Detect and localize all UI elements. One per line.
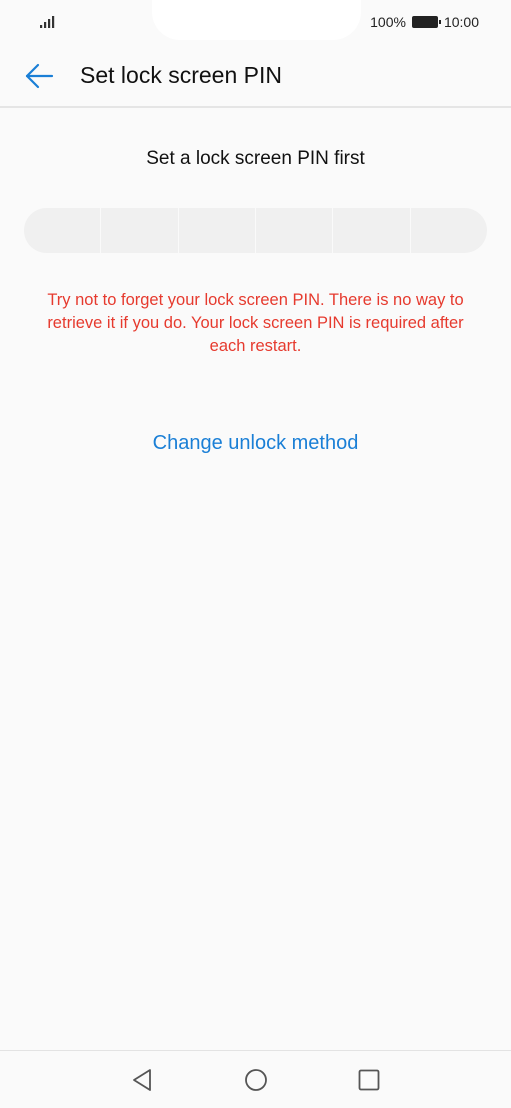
square-recents-icon — [358, 1069, 380, 1091]
nav-recents-button[interactable] — [354, 1065, 384, 1095]
pin-warning-text: Try not to forget your lock screen PIN. … — [47, 291, 464, 355]
status-right: 100% 10:00 — [370, 12, 479, 32]
notch — [152, 0, 361, 40]
pin-digit-cell — [256, 208, 334, 253]
pin-digit-cell — [411, 208, 487, 253]
battery-percent: 100% — [370, 14, 406, 30]
status-bar: 100% 10:00 — [0, 0, 511, 44]
navigation-bar — [0, 1050, 511, 1108]
pin-input-field[interactable] — [24, 208, 487, 253]
nav-home-button[interactable] — [241, 1065, 271, 1095]
pin-digit-cell — [333, 208, 411, 253]
battery-icon — [411, 16, 441, 28]
pin-digit-cell — [179, 208, 256, 253]
triangle-back-icon — [133, 1069, 151, 1091]
page-title: Set lock screen PIN — [80, 62, 282, 88]
screen: 100% 10:00 Set lock screen PIN Set a loc… — [0, 0, 511, 1108]
arrow-left-icon — [25, 63, 54, 89]
app-bar: Set lock screen PIN — [0, 44, 511, 108]
change-unlock-method-link[interactable]: Change unlock method — [0, 432, 511, 455]
pin-prompt: Set a lock screen PIN first — [146, 148, 365, 169]
pin-digit-cell — [24, 208, 102, 253]
circle-home-icon — [245, 1069, 267, 1091]
nav-back-button[interactable] — [128, 1065, 158, 1095]
signal-icon — [40, 14, 58, 30]
clock: 10:00 — [443, 14, 479, 30]
back-button[interactable] — [16, 58, 60, 94]
pin-digit-cell — [101, 208, 179, 253]
